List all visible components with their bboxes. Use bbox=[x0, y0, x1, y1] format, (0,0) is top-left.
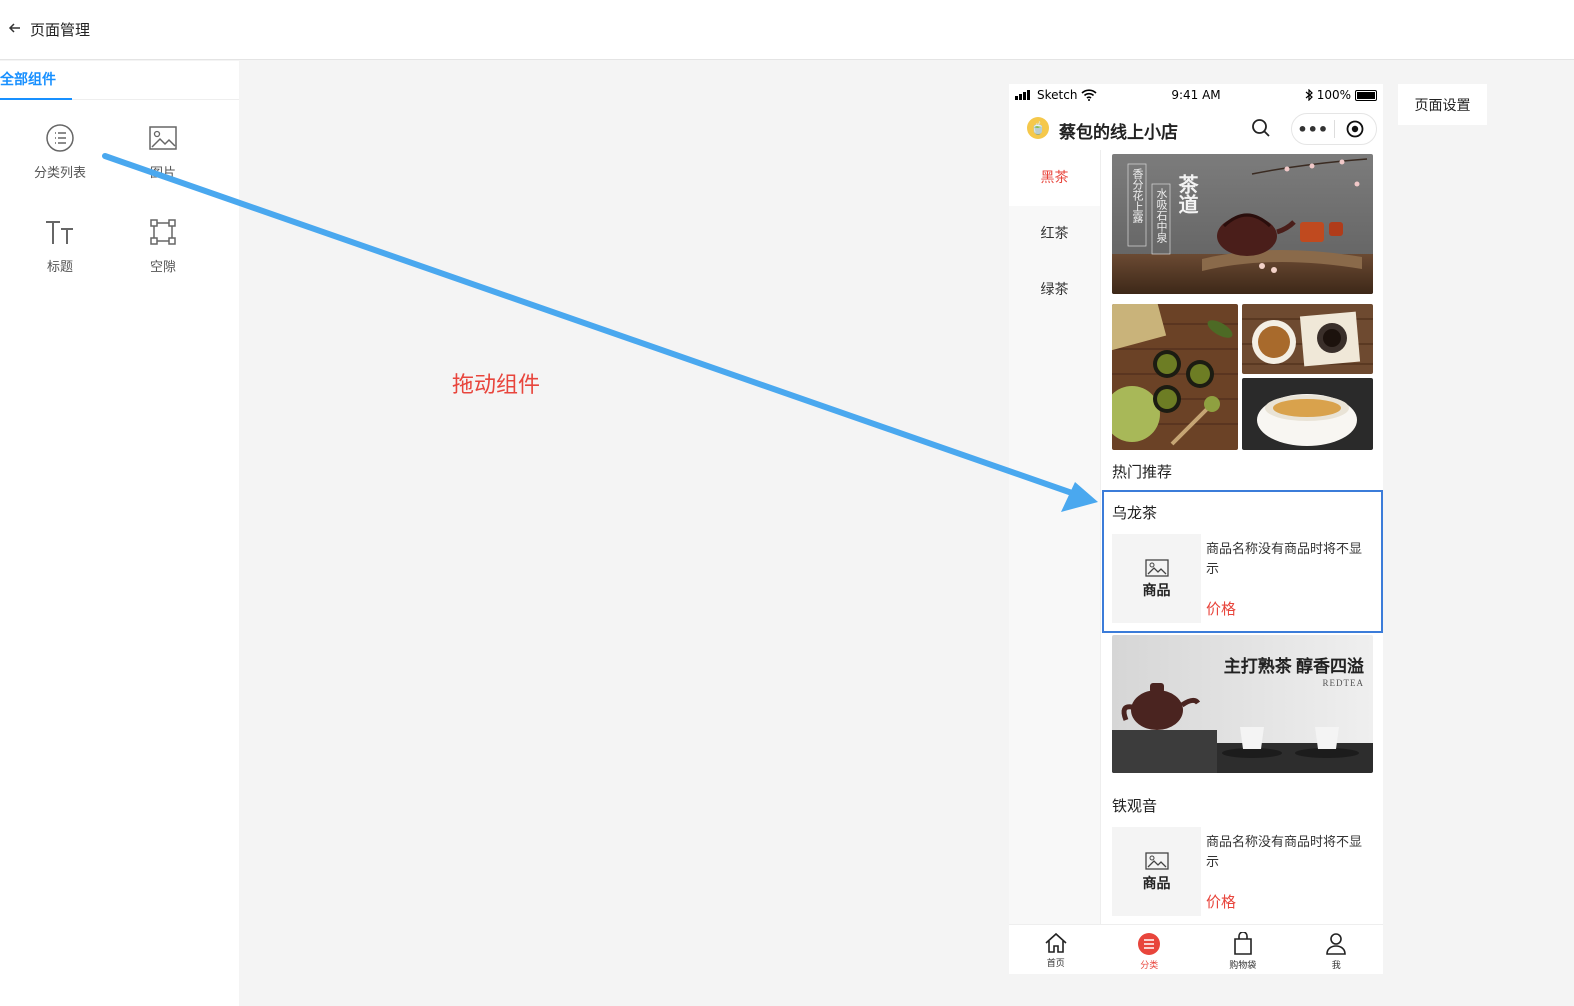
banner-verse-2: 水吸石中泉 bbox=[1155, 188, 1168, 243]
image-matcha[interactable] bbox=[1112, 304, 1238, 450]
mini-program-navbar: 🍵 蔡包的线上小店 ••• bbox=[1009, 106, 1383, 150]
category-icon bbox=[1138, 933, 1161, 955]
component-label: 标题 bbox=[46, 260, 73, 275]
product-price: 价格 bbox=[1206, 600, 1237, 618]
category-item[interactable]: 绿茶 bbox=[1009, 262, 1100, 318]
component-title[interactable]: 标题 bbox=[15, 216, 105, 275]
close-miniprogram-icon[interactable] bbox=[1334, 120, 1376, 138]
section-title-tieguanyin: 铁观音 bbox=[1112, 797, 1158, 815]
image-icon bbox=[1144, 558, 1169, 577]
shop-name: 蔡包的线上小店 bbox=[1059, 123, 1178, 143]
component-panel: 全部组件 分类列表 图片 标题 空隙 bbox=[0, 61, 239, 1006]
home-icon bbox=[1045, 932, 1067, 953]
bottom-tabbar: 首页 分类 购物袋 我 bbox=[1009, 924, 1383, 974]
page-title: 页面管理 bbox=[30, 21, 91, 39]
category-item[interactable]: 红茶 bbox=[1009, 206, 1100, 262]
battery-icon bbox=[1355, 89, 1377, 101]
arrow-left-icon[interactable] bbox=[8, 20, 22, 39]
tab-home[interactable]: 首页 bbox=[1009, 925, 1103, 974]
component-category-list[interactable]: 分类列表 bbox=[15, 122, 105, 181]
component-image[interactable]: 图片 bbox=[118, 122, 208, 181]
image-tea-cups[interactable] bbox=[1242, 304, 1373, 374]
product-card[interactable]: 商品 商品名称没有商品时将不显示 价格 bbox=[1112, 534, 1373, 624]
product-placeholder: 商品 bbox=[1112, 827, 1201, 916]
image-icon bbox=[1144, 851, 1169, 870]
search-icon[interactable] bbox=[1251, 118, 1271, 142]
component-label: 分类列表 bbox=[33, 166, 86, 181]
status-bar: Sketch 9:41 AM 100% bbox=[1009, 84, 1383, 106]
tab-label: 我 bbox=[1331, 961, 1341, 971]
capsule-menu: ••• bbox=[1291, 113, 1377, 145]
tab-label: 分类 bbox=[1140, 961, 1159, 971]
banner2-subtitle: REDTEA bbox=[1323, 678, 1365, 688]
tab-label: 购物袋 bbox=[1229, 961, 1257, 971]
banner-tea-ceremony[interactable]: 香分花上露 水吸石中泉 茶道 bbox=[1112, 154, 1373, 294]
tab-me[interactable]: 我 bbox=[1290, 925, 1384, 974]
image-tea-bowl[interactable] bbox=[1242, 378, 1373, 450]
section-title-oolong: 乌龙茶 bbox=[1112, 504, 1158, 522]
image-icon bbox=[118, 122, 208, 154]
top-bar: 页面管理 bbox=[0, 0, 1574, 60]
category-item[interactable]: 黑茶 bbox=[1009, 150, 1100, 206]
product-placeholder: 商品 bbox=[1112, 534, 1201, 623]
placeholder-label: 商品 bbox=[1142, 875, 1171, 892]
user-icon bbox=[1326, 933, 1347, 955]
banner-verse-1: 香分花上露 bbox=[1131, 168, 1144, 223]
bag-icon bbox=[1233, 932, 1252, 955]
tab-bag[interactable]: 购物袋 bbox=[1196, 925, 1290, 974]
hot-recommend-title: 热门推荐 bbox=[1112, 463, 1173, 481]
component-label: 空隙 bbox=[149, 260, 176, 275]
spacing-icon bbox=[118, 216, 208, 248]
text-icon bbox=[15, 216, 105, 248]
component-spacing[interactable]: 空隙 bbox=[118, 216, 208, 275]
page-settings-button[interactable]: 页面设置 bbox=[1398, 84, 1487, 125]
product-card[interactable]: 商品 商品名称没有商品时将不显示 价格 bbox=[1112, 827, 1373, 917]
shop-avatar: 🍵 bbox=[1027, 117, 1049, 139]
more-icon[interactable]: ••• bbox=[1292, 120, 1334, 139]
product-name: 商品名称没有商品时将不显示 bbox=[1206, 542, 1363, 577]
component-tabs: 全部组件 bbox=[0, 61, 239, 100]
banner-red-tea[interactable]: 主打熟茶 醇香四溢 REDTEA bbox=[1112, 635, 1373, 773]
banner-calligraphy: 茶道 bbox=[1175, 174, 1198, 214]
banner2-title: 主打熟茶 醇香四溢 bbox=[1224, 656, 1364, 676]
list-icon bbox=[15, 122, 105, 154]
battery-text: 100% bbox=[1316, 88, 1351, 102]
category-sidebar: 黑茶 红茶 绿茶 bbox=[1009, 150, 1101, 924]
phone-preview: Sketch 9:41 AM 100% 🍵 蔡包的线上小店 ••• 黑茶 红茶 … bbox=[1009, 84, 1383, 974]
placeholder-label: 商品 bbox=[1142, 582, 1171, 599]
bluetooth-icon bbox=[1305, 89, 1313, 101]
tab-label: 首页 bbox=[1046, 959, 1065, 969]
product-price: 价格 bbox=[1206, 893, 1237, 911]
tab-category[interactable]: 分类 bbox=[1103, 925, 1197, 974]
tab-all-components[interactable]: 全部组件 bbox=[0, 61, 72, 100]
status-right: 100% bbox=[1305, 88, 1377, 102]
product-name: 商品名称没有商品时将不显示 bbox=[1206, 835, 1363, 870]
drag-hint-text: 拖动组件 bbox=[452, 373, 541, 398]
component-label: 图片 bbox=[149, 166, 176, 181]
